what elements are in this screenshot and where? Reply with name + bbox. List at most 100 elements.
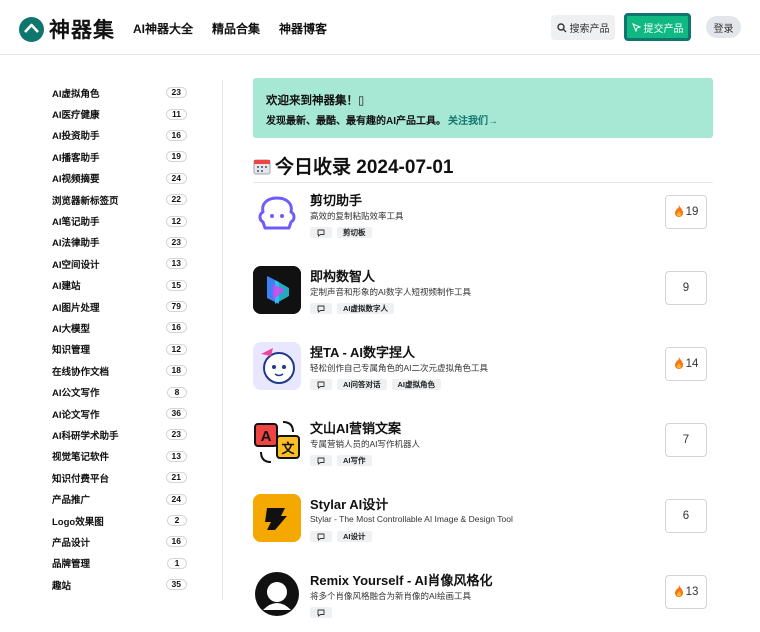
fire-icon — [674, 356, 684, 372]
count-badge: 23 — [165, 87, 187, 99]
cursor-icon — [631, 22, 641, 32]
welcome-subtitle: 发现最新、最酷、最有趣的AI产品工具。 — [266, 116, 446, 127]
product-card[interactable]: Remix Yourself - AI肖像风格化 将多个肖像风格融合为新肖像的AI… — [253, 570, 713, 632]
product-description: Stylar - The Most Controllable AI Image … — [310, 514, 513, 524]
count-badge: 18 — [165, 365, 187, 377]
sidebar-item-label: 产品推广 — [52, 495, 91, 507]
category-tag[interactable]: AI虚拟角色 — [391, 379, 441, 390]
count-badge: 8 — [167, 386, 187, 398]
sidebar-item[interactable]: AI视频摘要 24 — [52, 168, 187, 189]
product-name[interactable]: Remix Yourself - AI肖像风格化 — [310, 570, 493, 589]
sidebar-item[interactable]: AI建站 15 — [52, 275, 187, 296]
submit-product-button[interactable]: 提交产品 — [624, 13, 691, 41]
category-tag[interactable]: AI设计 — [337, 531, 372, 542]
svg-text:文: 文 — [281, 441, 295, 457]
sidebar-item[interactable]: AI科研学术助手 23 — [52, 424, 187, 445]
sidebar-item[interactable]: AI虚拟角色 23 — [52, 82, 187, 103]
nav-ai-tools[interactable]: AI神器大全 — [133, 20, 193, 37]
vote-count: 6 — [682, 510, 690, 522]
logo[interactable]: 神器集 — [19, 14, 115, 44]
sidebar-item[interactable]: AI大模型 16 — [52, 317, 187, 338]
search-button[interactable]: 搜索产品 — [551, 15, 615, 40]
nav-blog[interactable]: 神器博客 — [279, 20, 327, 37]
product-thumbnail[interactable] — [253, 494, 301, 542]
product-thumbnail[interactable] — [253, 342, 301, 390]
upvote-button[interactable]: 13 — [665, 575, 707, 609]
product-description: 高效的复制粘贴效率工具 — [310, 211, 404, 221]
count-badge: 12 — [165, 215, 187, 227]
product-card[interactable]: 捏TA - AI数字捏人 轻松创作自己专属角色的AI二次元虚拟角色工具 AI问答对话… — [253, 342, 713, 404]
comment-icon[interactable] — [310, 303, 332, 314]
sidebar-item[interactable]: AI医疗健康 11 — [52, 103, 187, 124]
comment-icon[interactable] — [310, 531, 332, 542]
sidebar-item[interactable]: AI笔记助手 12 — [52, 210, 187, 231]
sidebar-item[interactable]: 知识管理 12 — [52, 339, 187, 360]
logo-text: 神器集 — [49, 19, 115, 42]
upvote-button[interactable]: 7 — [665, 423, 707, 457]
sidebar-item[interactable]: 产品设计 16 — [52, 531, 187, 552]
sidebar-item[interactable]: 品牌管理 1 — [52, 553, 187, 574]
upvote-button[interactable]: 9 — [665, 271, 707, 305]
sidebar-item[interactable]: AI图片处理 79 — [52, 296, 187, 317]
product-thumbnail[interactable] — [253, 190, 301, 238]
product-card[interactable]: 剪切助手高效的复制粘贴效率工具 剪切板 19 — [253, 190, 713, 252]
sidebar-item-label: AI播客助手 — [52, 152, 100, 164]
category-tag[interactable]: AI虚拟数字人 — [337, 303, 394, 314]
sidebar-item[interactable]: AI投资助手 16 — [52, 125, 187, 146]
sidebar-item[interactable]: 浏览器新标签页 22 — [52, 189, 187, 210]
comment-icon[interactable] — [310, 455, 332, 466]
product-card[interactable]: A 文文山AI营销文案 专属营销人员的AI写作机器人 AI写作 7 — [253, 418, 713, 480]
product-name[interactable]: 文山AI营销文案 — [310, 418, 401, 437]
upvote-button[interactable]: 14 — [665, 347, 707, 381]
sidebar-item[interactable]: AI空间设计 13 — [52, 253, 187, 274]
count-badge: 35 — [165, 579, 187, 591]
product-name[interactable]: 剪切助手 — [310, 190, 362, 209]
product-thumbnail[interactable]: A文 — [253, 418, 301, 466]
count-badge: 21 — [165, 472, 187, 484]
sidebar-item[interactable]: AI论文写作 36 — [52, 403, 187, 424]
sidebar-item-label: AI空间设计 — [52, 259, 100, 271]
divider — [222, 80, 223, 600]
count-badge: 22 — [165, 194, 187, 206]
count-badge: 19 — [165, 151, 187, 163]
category-tag[interactable]: 剪切板 — [337, 227, 372, 238]
count-badge: 36 — [165, 408, 187, 420]
nav-collections[interactable]: 精品合集 — [212, 20, 260, 37]
comment-icon[interactable] — [310, 379, 332, 390]
category-tag[interactable]: AI问答对话 — [337, 379, 387, 390]
product-name[interactable]: 捏TA - AI数字捏人 — [310, 342, 415, 361]
follow-us-link[interactable]: 关注我们→ — [448, 112, 498, 127]
product-name[interactable]: 即构数智人 — [310, 266, 375, 285]
login-button[interactable]: 登录 — [706, 16, 741, 38]
product-tags: AI虚拟数字人 — [310, 303, 394, 314]
product-card[interactable]: Stylar AI设计 Stylar - The Most Controllabl… — [253, 494, 713, 556]
sidebar-item-label: 产品设计 — [52, 537, 91, 549]
sidebar-item-label: 知识管理 — [52, 345, 91, 357]
submit-label: 提交产品 — [643, 23, 684, 35]
count-badge: 16 — [165, 322, 187, 334]
comment-icon[interactable] — [310, 607, 332, 618]
sidebar-item[interactable]: Logo效果图 2 — [52, 510, 187, 531]
sidebar-item[interactable]: 在线协作文档 18 — [52, 360, 187, 381]
sidebar-item[interactable]: 产品推广 24 — [52, 488, 187, 509]
sidebar-item[interactable]: AI公文写作 8 — [52, 381, 187, 402]
vote-count: 7 — [682, 434, 690, 446]
category-sidebar: AI虚拟角色 23 AI医疗健康 11 AI投资助手 16 AI播客助手 19 AI视频摘要 24… — [52, 82, 187, 595]
sidebar-item[interactable]: 趣站 35 — [52, 574, 187, 595]
upvote-button[interactable]: 6 — [665, 499, 707, 533]
fire-icon — [674, 204, 684, 220]
sidebar-item[interactable]: 知识付费平台 21 — [52, 467, 187, 488]
product-thumbnail[interactable] — [253, 570, 301, 618]
product-name[interactable]: Stylar AI设计 — [310, 494, 388, 513]
sidebar-item[interactable]: AI法律助手 23 — [52, 232, 187, 253]
comment-icon[interactable] — [310, 227, 332, 238]
product-thumbnail[interactable] — [253, 266, 301, 314]
vote-count: 19 — [685, 206, 699, 218]
search-icon — [556, 22, 566, 32]
category-tag[interactable]: AI写作 — [337, 455, 372, 466]
sidebar-item[interactable]: 视觉笔记软件 13 — [52, 446, 187, 467]
sidebar-item[interactable]: AI播客助手 19 — [52, 146, 187, 167]
sidebar-item-label: 在线协作文档 — [52, 366, 110, 378]
product-card[interactable]: 即构数智人 定制声音和形象的AI数字人短视频制作工具 AI虚拟数字人 9 — [253, 266, 713, 328]
upvote-button[interactable]: 19 — [665, 195, 707, 229]
